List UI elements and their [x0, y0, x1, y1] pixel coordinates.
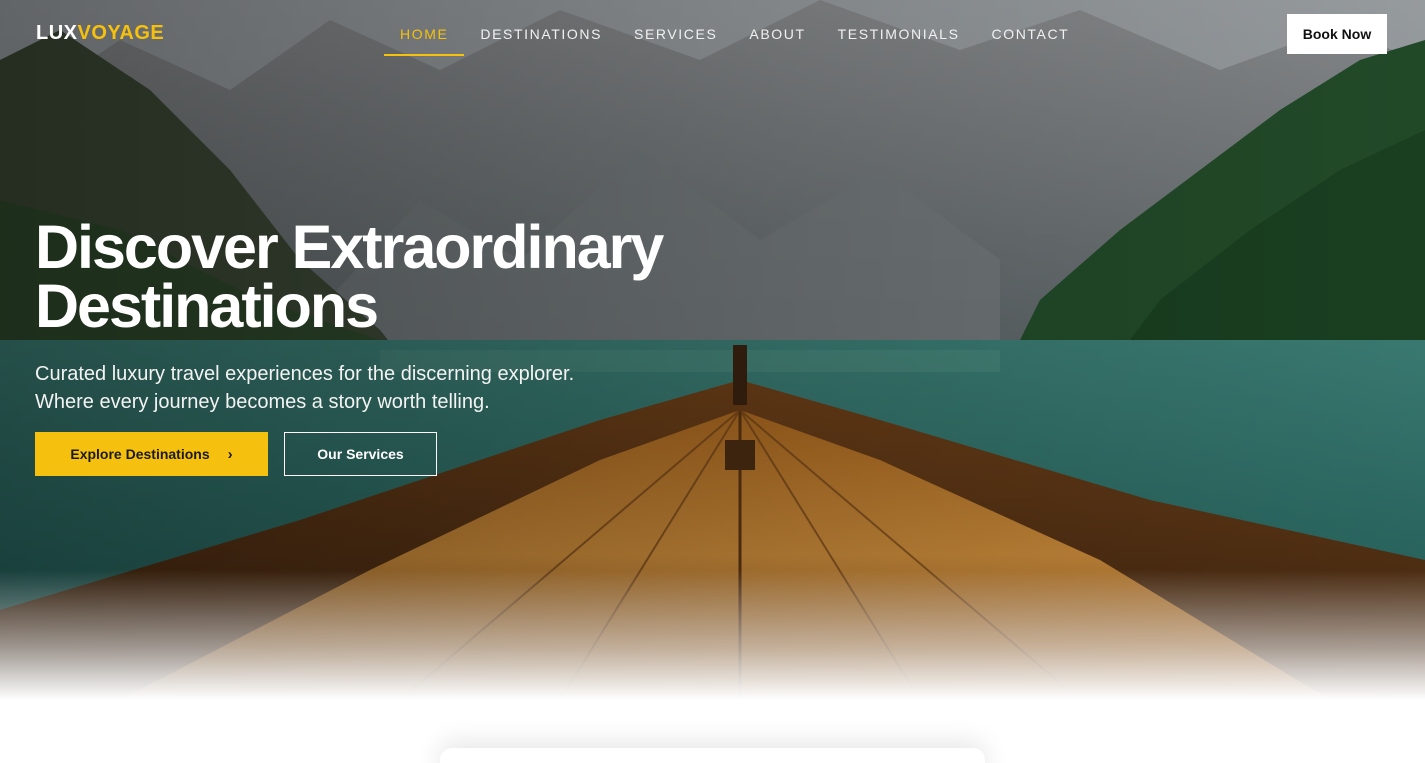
explore-destinations-label: Explore Destinations [70, 446, 210, 462]
our-services-button[interactable]: Our Services [284, 432, 437, 476]
nav-item-contact[interactable]: CONTACT [976, 16, 1086, 56]
main-nav: HOME DESTINATIONS SERVICES ABOUT TESTIMO… [384, 16, 1085, 56]
hero-content: Discover Extraordinary Destinations Cura… [35, 217, 755, 476]
hero-headline: Discover Extraordinary Destinations [35, 217, 755, 337]
hero-subheadline: Curated luxury travel experiences for th… [35, 360, 755, 416]
nav-item-destinations[interactable]: DESTINATIONS [464, 16, 618, 56]
hero-bottom-fade [0, 570, 1425, 700]
nav-item-about[interactable]: ABOUT [733, 16, 821, 56]
brand-logo[interactable]: LUXVOYAGE [36, 22, 164, 45]
nav-item-home[interactable]: HOME [384, 16, 465, 56]
nav-item-services[interactable]: SERVICES [618, 16, 733, 56]
next-section-card [440, 748, 985, 763]
book-now-button[interactable]: Book Now [1287, 14, 1387, 54]
hero-subheadline-line1: Curated luxury travel experiences for th… [35, 363, 575, 385]
hero-headline-line1: Discover Extraordinary [35, 213, 664, 281]
hero-headline-line2: Destinations [35, 272, 379, 340]
hero-subheadline-line2: Where every journey becomes a story wort… [35, 391, 490, 413]
brand-logo-part2: VOYAGE [77, 22, 165, 44]
explore-destinations-button[interactable]: Explore Destinations › [35, 432, 268, 476]
chevron-right-icon: › [227, 445, 233, 463]
brand-logo-part1: LUX [36, 22, 78, 44]
hero-cta-row: Explore Destinations › Our Services [35, 432, 755, 476]
site-header: LUXVOYAGE HOME DESTINATIONS SERVICES ABO… [0, 0, 1425, 68]
nav-item-testimonials[interactable]: TESTIMONIALS [822, 16, 976, 56]
